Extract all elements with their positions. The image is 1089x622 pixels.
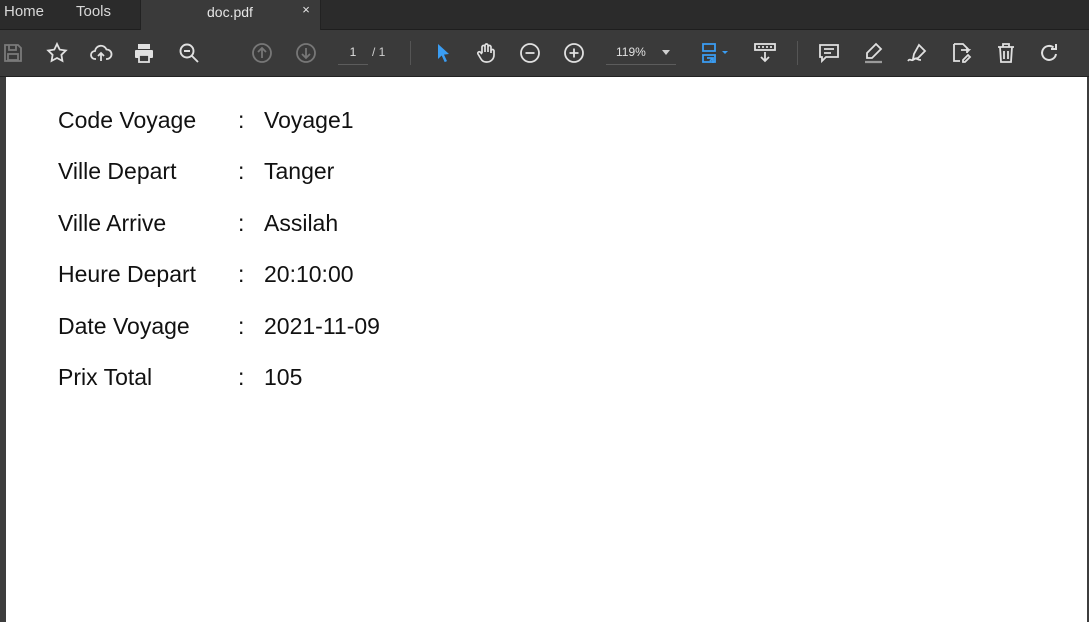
zoom-search-icon[interactable] <box>176 40 202 66</box>
pdf-page: Code Voyage : Voyage1 Ville Depart : Tan… <box>6 77 1087 622</box>
scroll-mode-icon[interactable] <box>752 40 778 66</box>
field-label: Ville Depart <box>58 158 177 184</box>
select-cursor-icon[interactable] <box>430 40 456 66</box>
sign-icon[interactable] <box>904 40 930 66</box>
tab-bar: Home Tools doc.pdf × <box>0 0 1089 30</box>
tab-home[interactable]: Home <box>4 0 44 29</box>
save-icon[interactable] <box>0 40 26 66</box>
field-label: Heure Depart <box>58 261 197 287</box>
page-number-input[interactable]: 1 <box>338 42 368 65</box>
field-label: Ville Arrive <box>58 210 167 236</box>
zoom-level-value: 119% <box>616 45 646 59</box>
star-icon[interactable] <box>44 40 70 66</box>
highlight-icon[interactable] <box>860 40 886 66</box>
tab-tools[interactable]: Tools <box>76 0 111 29</box>
zoom-in-icon[interactable] <box>561 40 587 66</box>
chevron-down-icon <box>662 50 670 55</box>
field-label: Date Voyage <box>58 313 190 339</box>
close-tab-icon[interactable]: × <box>299 3 313 17</box>
zoom-out-icon[interactable] <box>517 40 543 66</box>
field-label: Prix Total <box>58 364 153 390</box>
edit-doc-icon[interactable] <box>948 40 974 66</box>
field-colon: : <box>238 261 245 287</box>
page-down-icon[interactable] <box>293 40 319 66</box>
page-up-icon[interactable] <box>249 40 275 66</box>
hand-icon[interactable] <box>473 40 499 66</box>
delete-icon[interactable] <box>993 40 1019 66</box>
field-colon: : <box>238 364 245 390</box>
field-value: 105 <box>264 364 303 390</box>
rotate-icon[interactable] <box>1036 40 1062 66</box>
toolbar-divider <box>797 41 798 65</box>
field-value: 20:10:00 <box>264 261 354 287</box>
tab-document[interactable]: doc.pdf × <box>140 0 321 30</box>
field-value: Assilah <box>264 210 339 236</box>
toolbar: 1 / 1 119% <box>0 30 1089 77</box>
upload-cloud-icon[interactable] <box>88 40 114 66</box>
toolbar-divider <box>410 41 411 65</box>
field-colon: : <box>238 313 245 339</box>
field-colon: : <box>238 210 245 236</box>
field-colon: : <box>238 158 245 184</box>
field-value: Voyage1 <box>264 107 354 133</box>
field-colon: : <box>238 107 245 133</box>
field-value: 2021-11-09 <box>264 313 380 339</box>
print-icon[interactable] <box>131 40 157 66</box>
document-viewer[interactable]: Code Voyage : Voyage1 Ville Depart : Tan… <box>0 77 1089 622</box>
page-total-label: / 1 <box>372 45 386 59</box>
fit-page-icon[interactable] <box>697 40 733 66</box>
document-tab-title: doc.pdf <box>207 4 253 20</box>
comment-icon[interactable] <box>816 40 842 66</box>
field-value: Tanger <box>264 158 335 184</box>
field-label: Code Voyage <box>58 107 197 133</box>
zoom-level-select[interactable]: 119% <box>606 42 676 65</box>
